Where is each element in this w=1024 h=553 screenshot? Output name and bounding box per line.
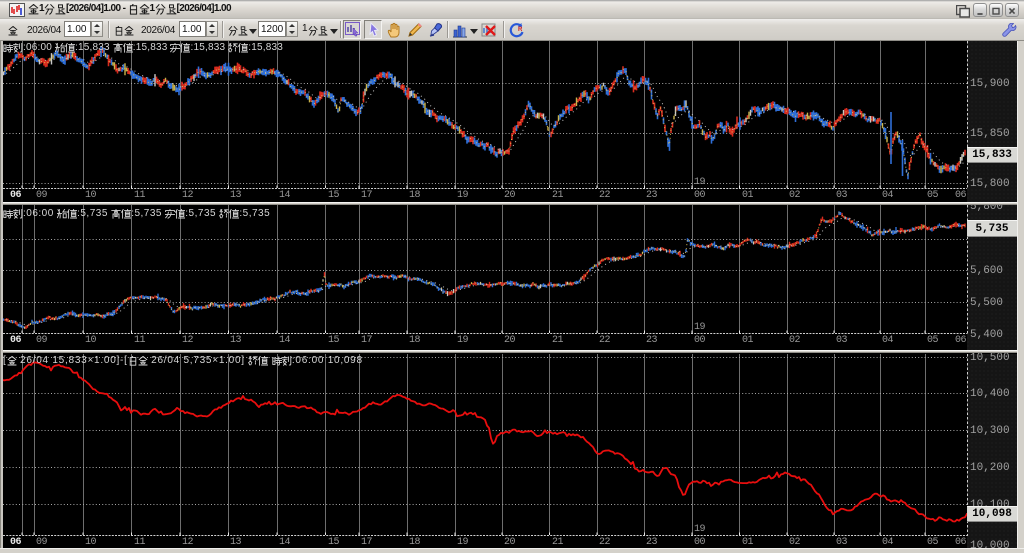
svg-text:R: R xyxy=(518,27,523,33)
